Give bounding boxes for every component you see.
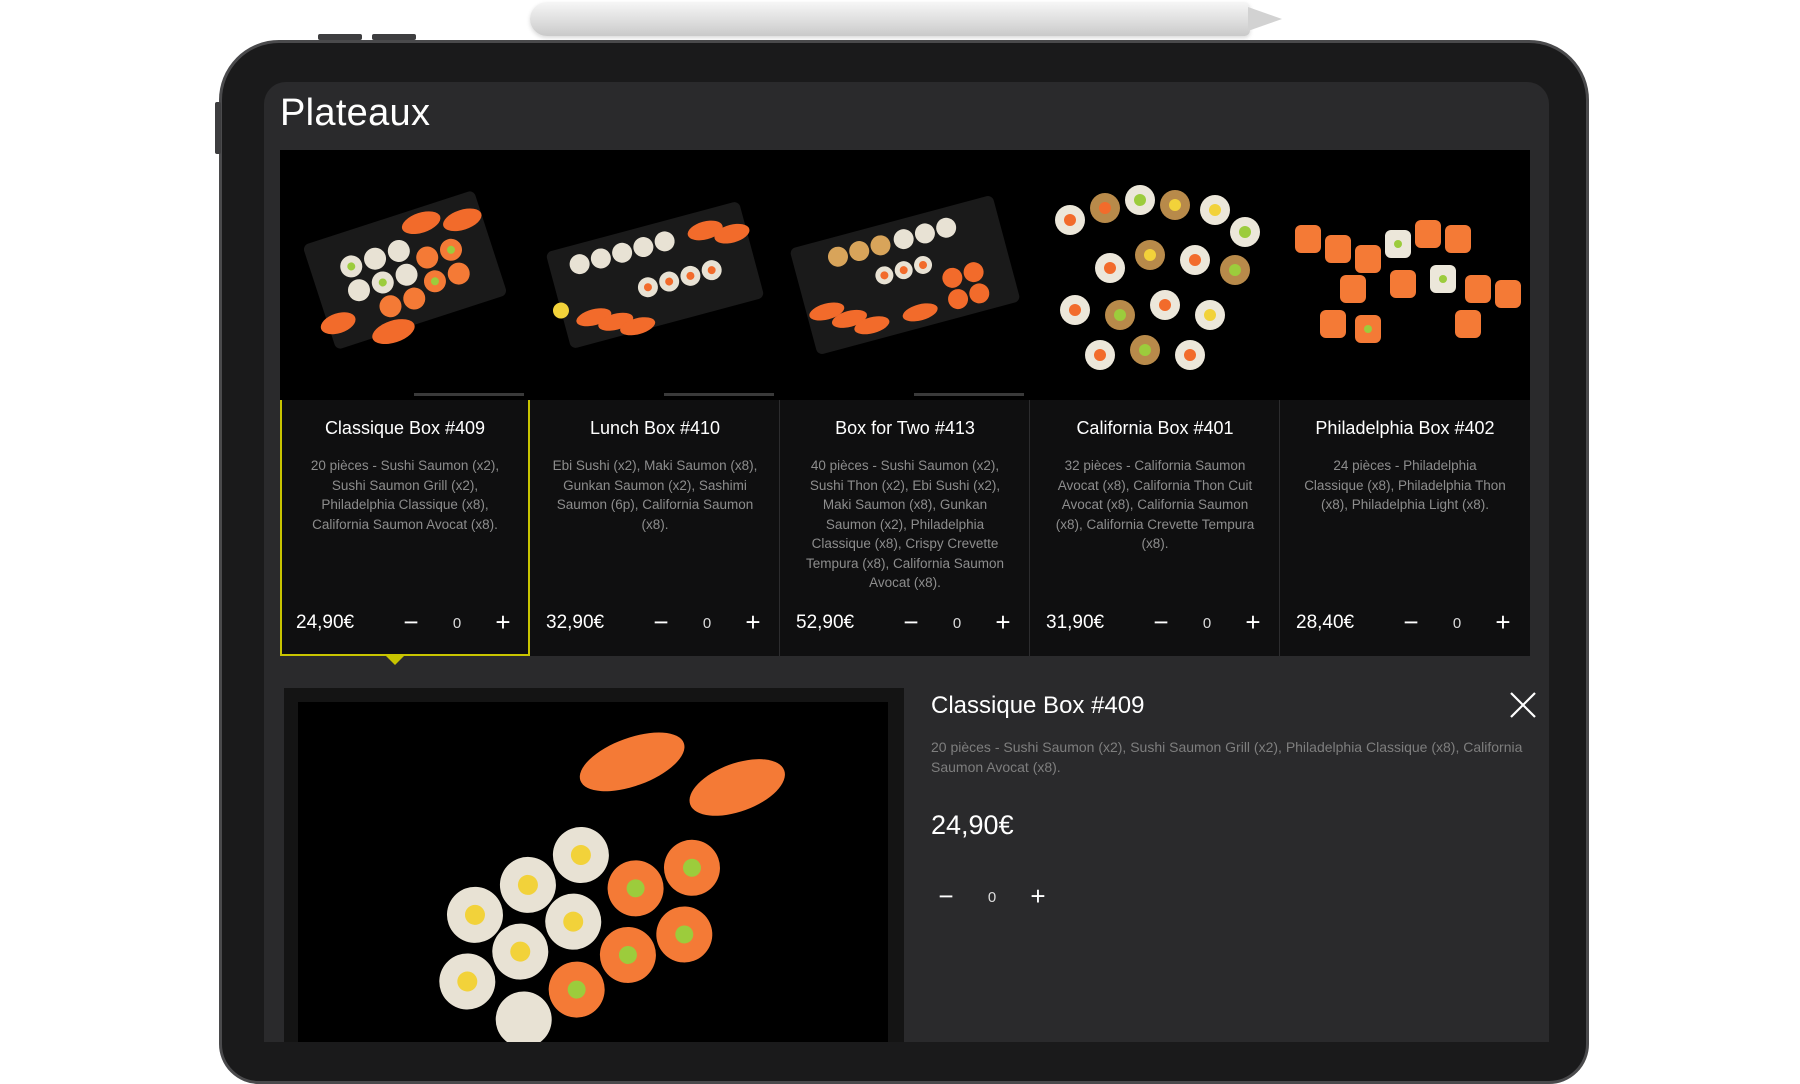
product-name: Classique Box #409 [324,418,486,438]
app-screen: Plateaux Classique Box #409 20 pièces - … [264,82,1549,1042]
quantity-stepper: − 0 + [1398,609,1516,636]
photo-credit [414,393,524,396]
photo-credit [914,393,1024,396]
product-description: 40 pièces - Sushi Saumon (x2), Sushi Tho… [805,458,1005,590]
apple-pencil-tip [1248,7,1282,31]
detail-image-frame [284,688,904,1042]
product-price: 31,90€ [1046,612,1105,633]
sushi-closeup-illustration [439,732,785,1042]
product-price: 52,90€ [796,612,855,633]
plus-icon[interactable]: + [1024,882,1052,912]
product-image [780,150,1030,400]
product-card[interactable]: Lunch Box #410 Ebi Sushi (x2), Maki Saum… [530,150,780,656]
ipad-volume-button [318,34,362,40]
product-description: 32 pièces - California Saumon Avocat (x8… [1055,458,1255,551]
product-image [530,150,780,400]
page-title: Plateaux [280,92,431,134]
quantity-value: 0 [1202,614,1212,632]
minus-icon[interactable]: − [398,609,424,636]
plus-icon[interactable]: + [1240,609,1266,636]
quantity-value: 0 [952,614,962,632]
product-image [1030,150,1280,400]
sushi-platter-illustration [790,196,1020,354]
quantity-stepper: − 0 + [398,609,516,636]
close-icon[interactable] [1508,690,1538,720]
detail-title: Classique Box #409 [931,692,1145,719]
product-image [1280,150,1530,400]
apple-pencil [530,2,1250,36]
detail-quantity-stepper: − 0 + [932,882,1052,912]
philadelphia-rolls-illustration [1295,220,1521,343]
california-rolls-illustration [1055,185,1260,370]
quantity-value: 0 [1452,614,1462,632]
plus-icon[interactable]: + [1490,609,1516,636]
product-name: California Box #401 [1076,418,1234,438]
quantity-value: 0 [987,888,997,906]
product-grid: Classique Box #409 20 pièces - Sushi Sau… [280,150,1530,656]
product-description: 20 pièces - Sushi Saumon (x2), Sushi Sau… [310,458,500,532]
minus-icon[interactable]: − [1398,609,1424,636]
product-description: 24 pièces - Philadelphia Classique (x8),… [1304,458,1506,512]
minus-icon[interactable]: − [1148,609,1174,636]
plus-icon[interactable]: + [740,609,766,636]
quantity-value: 0 [702,614,712,632]
product-price: 32,90€ [546,612,605,633]
quantity-stepper: − 0 + [1148,609,1266,636]
detail-price: 24,90€ [931,810,1014,840]
product-name: Box for Two #413 [835,418,975,438]
ipad-power-button [215,102,221,154]
product-price: 28,40€ [1296,612,1355,633]
minus-icon[interactable]: − [648,609,674,636]
close-icon-glyph [1510,692,1536,718]
ipad-volume-button [372,34,416,40]
sushi-platter-illustration [303,191,507,349]
product-card[interactable]: Box for Two #413 40 pièces - Sushi Saumo… [780,150,1030,656]
quantity-stepper: − 0 + [898,609,1016,636]
product-name: Lunch Box #410 [589,418,721,438]
detail-image [298,702,888,1042]
product-name: Philadelphia Box #402 [1315,418,1495,438]
quantity-value: 0 [452,614,462,632]
quantity-stepper: − 0 + [648,609,766,636]
product-price: 24,90€ [296,612,355,633]
plus-icon[interactable]: + [990,609,1016,636]
product-description: Ebi Sushi (x2), Maki Saumon (x8), Gunkan… [552,458,758,532]
photo-credit [664,393,774,396]
sushi-platter-illustration [546,202,764,348]
product-card[interactable]: Philadelphia Box #402 24 pièces - Philad… [1280,150,1530,656]
minus-icon[interactable]: − [898,609,924,636]
product-card[interactable]: California Box #401 32 pièces - Californ… [1030,150,1280,656]
plus-icon[interactable]: + [490,609,516,636]
detail-description: 20 pièces - Sushi Saumon (x2), Sushi Sau… [931,739,1523,775]
product-card[interactable]: Classique Box #409 20 pièces - Sushi Sau… [280,150,530,656]
selected-card-pointer [386,656,404,665]
minus-icon[interactable]: − [932,882,960,912]
product-image [280,150,530,400]
